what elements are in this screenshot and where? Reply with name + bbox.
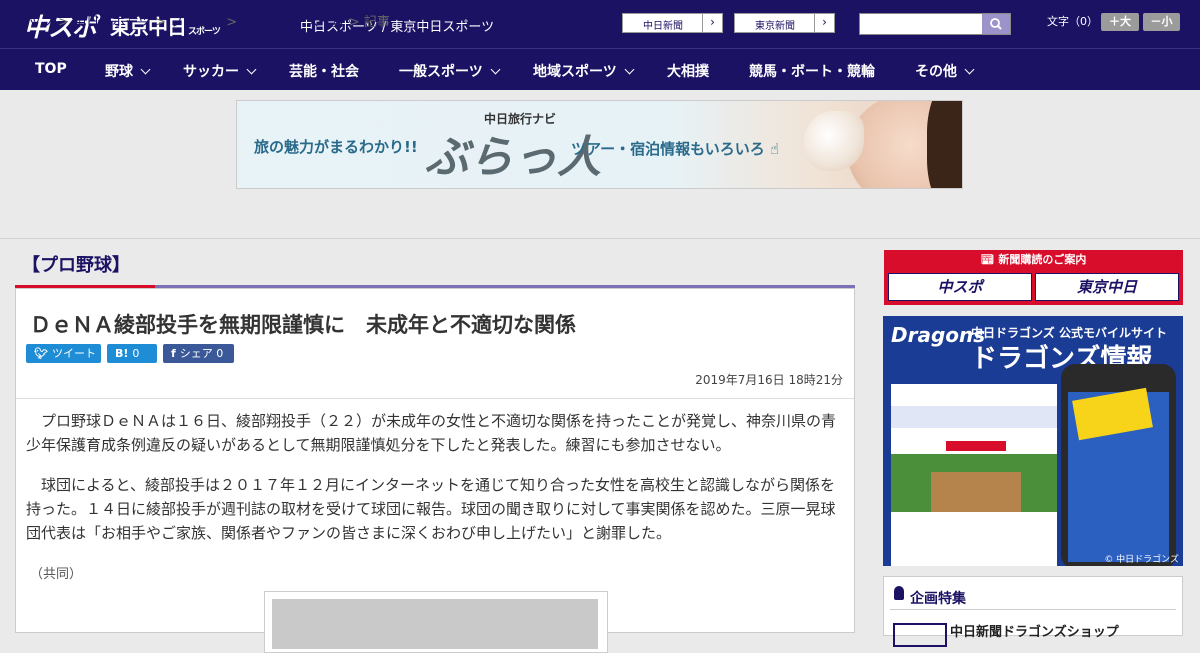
breadcrumb-separator: >: [155, 15, 166, 30]
ribbon-icon: [894, 586, 904, 600]
nav-top[interactable]: TOP: [35, 61, 67, 77]
breadcrumb-news-list[interactable]: 速報ニュース一覧: [241, 15, 344, 30]
category-rule-purple: [155, 285, 855, 288]
newspaper-icon: 📰︎: [980, 253, 995, 266]
ad-photo-shell: [804, 111, 864, 171]
ad-left-text: 旅の魅力がまるわかり!!: [254, 138, 418, 156]
nav-label: 一般スポーツ: [399, 64, 483, 80]
category-rule-red: [15, 285, 155, 288]
nav-local-sports[interactable]: 地域スポーツ: [533, 61, 635, 81]
nav-racing[interactable]: 競馬・ボート・競輪: [749, 61, 875, 81]
subscribe-tokyo-chunichi-button[interactable]: 東京中日: [1035, 273, 1179, 301]
breadcrumb-current: 記事: [363, 15, 390, 30]
font-smaller-button[interactable]: －小: [1143, 13, 1180, 31]
feature-title: 企画特集: [910, 591, 966, 607]
article-paragraph: プロ野球ＤｅＮＡは１６日、綾部翔投手（２２）が未成年の女性と不適切な関係を持った…: [26, 412, 837, 454]
screenshot-scoreboard: [891, 406, 1057, 428]
chevron-down-icon: [140, 64, 151, 75]
nav-label: 地域スポーツ: [533, 64, 617, 80]
chevron-right-icon: ›: [702, 14, 722, 32]
hatena-button[interactable]: B! 0: [107, 344, 157, 363]
screenshot-header-bar: [891, 372, 1057, 384]
nav-sumo[interactable]: 大相撲: [667, 61, 709, 81]
subscribe-chuspo-button[interactable]: 中スポ: [888, 273, 1032, 301]
font-larger-button[interactable]: ＋大: [1101, 13, 1139, 31]
breadcrumb-separator: >: [348, 15, 360, 30]
chevron-down-icon: [246, 64, 257, 75]
tokyo-shimbun-link[interactable]: 東京新聞 ›: [734, 13, 835, 33]
font-size-label: 文字（0）: [1047, 15, 1098, 28]
nav-label: 野球: [105, 64, 133, 80]
ad-right-text-label: ツアー・宿泊情報もいろいろ: [571, 140, 765, 158]
article-card: [15, 288, 855, 633]
nav-label: 芸能・社会: [289, 64, 359, 80]
main-nav: TOP 野球 サッカー 芸能・社会 一般スポーツ 地域スポーツ 大相撲 競馬・ボ…: [0, 48, 1200, 90]
article-divider: [16, 398, 854, 399]
article-headline: ＤｅＮＡ綾部投手を無期限謹慎に 未成年と不適切な関係: [30, 313, 576, 337]
article-photo-image: [272, 599, 598, 649]
nav-label: TOP: [35, 61, 67, 77]
nav-label: 大相撲: [667, 64, 709, 80]
feature-item-link[interactable]: 中日新聞ドラゴンズショップ: [950, 621, 1119, 640]
dragons-ad-footer: © 中日ドラゴンズ: [1104, 555, 1179, 565]
tokyo-shimbun-label: 東京新聞: [755, 21, 795, 32]
tweet-label: ツイート: [51, 347, 96, 360]
chunichi-shimbun-label: 中日新聞: [643, 21, 683, 32]
breadcrumb-separator: >: [226, 15, 238, 30]
nav-other[interactable]: その他: [915, 61, 975, 81]
subscribe-title: 📰︎ 新聞購読のご案内: [884, 251, 1183, 267]
travel-ad-banner[interactable]: 旅の魅力がまるわかり!! 中日旅行ナビ ぶらっ人 ツアー・宿泊情報もいろいろ ☝: [236, 100, 963, 189]
fb-share-count: 0: [216, 347, 224, 360]
twitter-icon: 🐦︎: [34, 347, 48, 360]
feature-box: 企画特集 中日新聞ドラゴンズショップ: [883, 576, 1183, 647]
nav-soccer[interactable]: サッカー: [183, 61, 257, 81]
nav-label: 競馬・ボート・競輪: [749, 64, 875, 80]
feature-divider: [890, 609, 1176, 610]
dragons-ad-phone: [1061, 364, 1176, 566]
chevron-down-icon: [624, 64, 635, 75]
nav-general-sports[interactable]: 一般スポーツ: [399, 61, 501, 81]
feature-thumbnail[interactable]: [893, 623, 947, 647]
ad-right-text: ツアー・宿泊情報もいろいろ ☝: [571, 138, 779, 159]
breadcrumb-separator: >: [58, 15, 70, 30]
facebook-icon: f: [171, 347, 176, 360]
breadcrumb-top[interactable]: トップ: [15, 15, 54, 30]
article-photo[interactable]: [264, 591, 608, 653]
article-timestamp: 2019年7月16日 18時21分: [695, 373, 843, 387]
fb-share-label: シェア: [179, 347, 213, 360]
nav-label: サッカー: [183, 64, 239, 80]
dragons-mobile-ad[interactable]: Dragons 中日ドラゴンズ 公式モバイルサイト ドラゴンズ情報 © 中日ドラ…: [883, 316, 1183, 566]
breadcrumb-band: [0, 200, 1200, 239]
tweet-button[interactable]: 🐦︎ ツイート: [26, 344, 101, 363]
nav-baseball[interactable]: 野球: [105, 61, 151, 81]
hatena-icon: B!: [115, 347, 129, 360]
search-box: [859, 13, 1011, 35]
search-input[interactable]: [860, 14, 988, 34]
chevron-right-icon: ›: [814, 14, 834, 32]
category-heading: 【プロ野球】: [22, 255, 130, 276]
search-icon: [990, 18, 1002, 30]
chevron-down-icon: [964, 64, 975, 75]
subscribe-title-label: 新聞購読のご案内: [998, 253, 1087, 266]
subscribe-banner: 📰︎ 新聞購読のご案内 中スポ 東京中日: [884, 250, 1183, 305]
nav-label: その他: [915, 64, 957, 80]
facebook-share-button[interactable]: f シェア 0: [163, 344, 234, 363]
dragons-ad-screenshot: [891, 372, 1057, 566]
breadcrumb-chuspo[interactable]: 中日スポーツ: [73, 15, 151, 30]
pointing-hand-icon: ☝: [770, 140, 780, 158]
screenshot-red-bar: [946, 441, 1006, 451]
breadcrumb: トップ > 中日スポーツ > プロ野球 > 速報ニュース一覧 > 記事: [15, 11, 390, 30]
breadcrumb-pro-baseball[interactable]: プロ野球: [170, 15, 222, 30]
screenshot-infield: [931, 472, 1021, 512]
ad-photo-hair: [927, 101, 962, 188]
search-button[interactable]: [982, 14, 1010, 34]
nav-entertainment[interactable]: 芸能・社会: [289, 61, 359, 81]
chevron-down-icon: [490, 64, 501, 75]
chunichi-shimbun-link[interactable]: 中日新聞 ›: [622, 13, 723, 33]
article-source: （共同）: [30, 567, 83, 582]
article-paragraph: 球団によると、綾部投手は２０１７年１２月にインターネットを通じて知り合った女性を…: [26, 476, 836, 542]
hatena-count: 0: [132, 347, 140, 360]
